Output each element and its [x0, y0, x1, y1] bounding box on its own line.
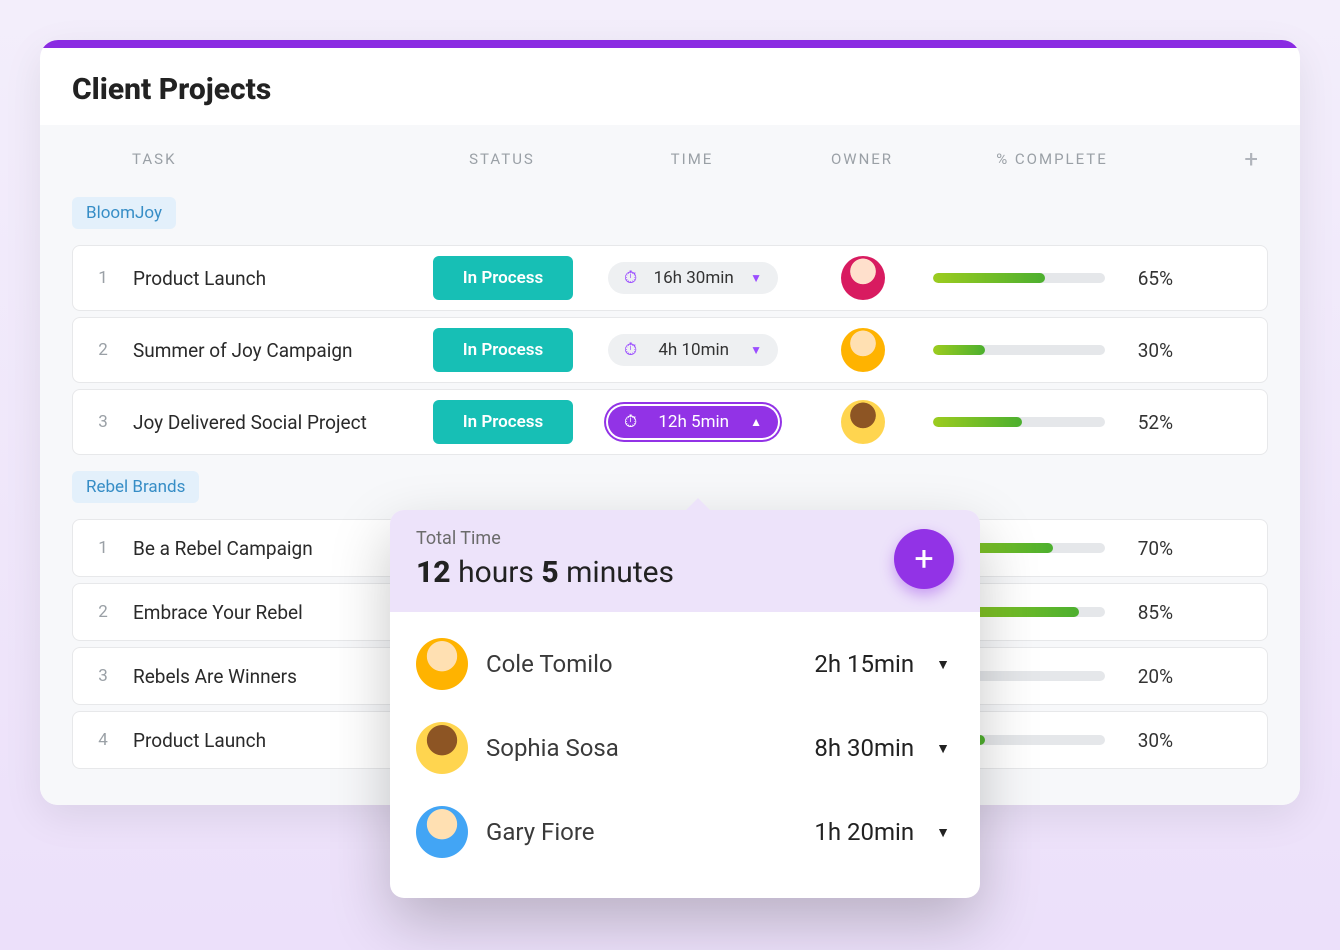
progress-bar	[933, 345, 1105, 355]
task-name: Joy Delivered Social Project	[133, 411, 413, 434]
row-index: 2	[73, 602, 133, 622]
chevron-down-icon[interactable]: ▼	[932, 824, 954, 841]
status-pill[interactable]: In Process	[433, 400, 573, 444]
entry-person-name: Sophia Sosa	[486, 734, 796, 762]
percent-complete-label: 70%	[1121, 537, 1173, 560]
chevron-down-icon[interactable]: ▼	[932, 656, 954, 673]
popover-body: Cole Tomilo 2h 15min ▼ Sophia Sosa 8h 30min ▼…	[390, 612, 980, 898]
accent-bar	[40, 40, 1300, 48]
entry-time: 1h 20min	[814, 818, 914, 846]
percent-complete-label: 30%	[1121, 339, 1173, 362]
time-chip[interactable]: ⏱ 16h 30min ▼	[608, 262, 778, 294]
entry-person-name: Cole Tomilo	[486, 650, 796, 678]
clock-icon: ⏱	[624, 412, 637, 432]
time-entry-row[interactable]: Sophia Sosa 8h 30min ▼	[416, 706, 954, 790]
time-breakdown-popover: Total Time 12 hours 5 minutes + Cole Tom…	[390, 510, 980, 898]
table-row[interactable]: 3Joy Delivered Social Project In Process ⏱…	[72, 389, 1268, 455]
owner-avatar[interactable]	[841, 400, 885, 444]
row-index: 3	[73, 666, 133, 686]
row-index: 3	[73, 412, 133, 432]
owner-avatar[interactable]	[841, 256, 885, 300]
col-header-task: TASK	[132, 150, 412, 168]
time-value: 12h 5min	[658, 412, 729, 432]
percent-complete-label: 65%	[1121, 267, 1173, 290]
percent-complete-label: 30%	[1121, 729, 1173, 752]
progress-bar	[933, 273, 1105, 283]
time-chip[interactable]: ⏱ 4h 10min ▼	[608, 334, 778, 366]
percent-complete-label: 85%	[1121, 601, 1173, 624]
task-name: Product Launch	[133, 729, 413, 752]
table-row[interactable]: 1Product Launch In Process ⏱ 16h 30min ▼ 65%	[72, 245, 1268, 311]
add-time-entry-button[interactable]: +	[894, 529, 954, 589]
task-name: Be a Rebel Campaign	[133, 537, 413, 560]
group-chip[interactable]: BloomJoy	[72, 197, 176, 229]
chevron-down-icon[interactable]: ▼	[932, 740, 954, 757]
time-chip[interactable]: ⏱ 12h 5min ▲	[608, 406, 778, 438]
page-title: Client Projects	[40, 48, 1300, 125]
entry-avatar	[416, 722, 468, 774]
time-entry-row[interactable]: Gary Fiore 1h 20min ▼	[416, 790, 954, 874]
group-chip[interactable]: Rebel Brands	[72, 471, 199, 503]
task-name: Product Launch	[133, 267, 413, 290]
time-value: 16h 30min	[654, 268, 734, 288]
add-column-button[interactable]: +	[1244, 145, 1260, 173]
table-header: TASK STATUS TIME OWNER % COMPLETE +	[40, 125, 1300, 187]
total-time-value: 12 hours 5 minutes	[416, 555, 674, 590]
table-row[interactable]: 2Summer of Joy Campaign In Process ⏱ 4h 10m…	[72, 317, 1268, 383]
entry-time: 2h 15min	[814, 650, 914, 678]
task-name: Rebels Are Winners	[133, 665, 413, 688]
col-header-owner: OWNER	[792, 150, 932, 168]
row-index: 1	[73, 268, 133, 288]
entry-time: 8h 30min	[814, 734, 914, 762]
clock-icon: ⏱	[624, 268, 637, 288]
chevron-down-icon: ▼	[750, 271, 762, 285]
percent-complete-label: 52%	[1121, 411, 1173, 434]
task-name: Embrace Your Rebel	[133, 601, 413, 624]
col-header-time: TIME	[592, 150, 792, 168]
col-header-pct: % COMPLETE	[932, 150, 1172, 168]
chevron-down-icon: ▼	[750, 343, 762, 357]
row-index: 2	[73, 340, 133, 360]
entry-avatar	[416, 638, 468, 690]
total-time-label: Total Time	[416, 528, 674, 549]
entry-avatar	[416, 806, 468, 858]
chevron-up-icon: ▲	[750, 415, 762, 429]
col-header-status: STATUS	[412, 150, 592, 168]
percent-complete-label: 20%	[1121, 665, 1173, 688]
row-index: 4	[73, 730, 133, 750]
task-name: Summer of Joy Campaign	[133, 339, 413, 362]
time-value: 4h 10min	[658, 340, 729, 360]
status-pill[interactable]: In Process	[433, 328, 573, 372]
row-index: 1	[73, 538, 133, 558]
popover-header: Total Time 12 hours 5 minutes +	[390, 510, 980, 612]
clock-icon: ⏱	[624, 340, 637, 360]
owner-avatar[interactable]	[841, 328, 885, 372]
progress-bar	[933, 417, 1105, 427]
status-pill[interactable]: In Process	[433, 256, 573, 300]
time-entry-row[interactable]: Cole Tomilo 2h 15min ▼	[416, 622, 954, 706]
entry-person-name: Gary Fiore	[486, 818, 796, 846]
